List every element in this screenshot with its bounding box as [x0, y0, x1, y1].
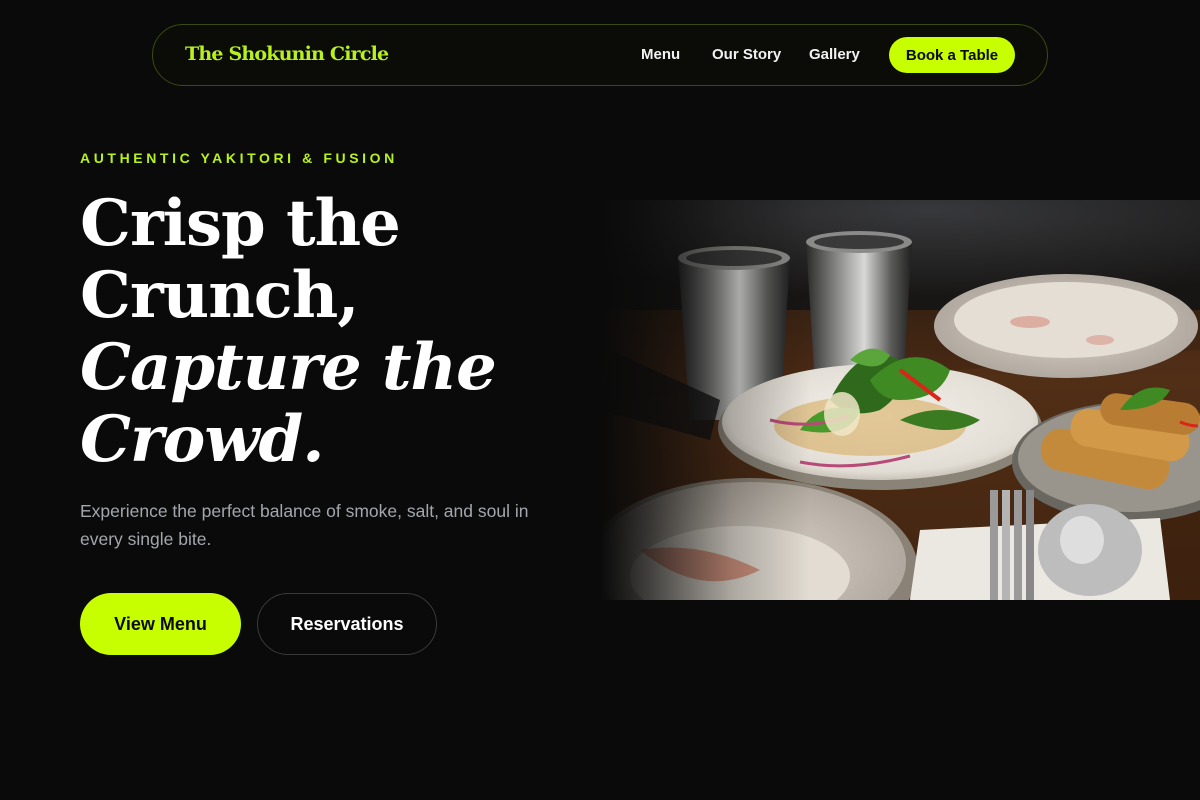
nav-link-menu[interactable]: Menu: [641, 46, 680, 63]
headline-line-2: Crunch,: [80, 258, 360, 333]
nav-link-gallery[interactable]: Gallery: [809, 46, 860, 63]
hero-headline: Crisp the Crunch, Capture the Crowd.: [80, 188, 600, 476]
hero-subtext: Experience the perfect balance of smoke,…: [80, 501, 529, 549]
nav-link-our-story[interactable]: Our Story: [712, 46, 781, 63]
view-menu-button[interactable]: View Menu: [80, 593, 241, 655]
food-photo-illustration: [600, 200, 1200, 600]
reservations-button[interactable]: Reservations: [257, 593, 437, 655]
headline-line-4: Crowd.: [80, 402, 324, 477]
headline-line-3: Capture the: [80, 330, 497, 405]
book-table-button[interactable]: Book a Table: [889, 37, 1015, 73]
brand-logo[interactable]: The Shokunin Circle: [185, 43, 389, 65]
top-nav: The Shokunin Circle Menu Our Story Galle…: [152, 24, 1048, 86]
hero-eyebrow: AUTHENTIC YAKITORI & FUSION: [80, 150, 398, 166]
headline-line-1: Crisp the: [80, 186, 401, 261]
page: The Shokunin Circle Menu Our Story Galle…: [0, 0, 1200, 800]
hero-food-image: [600, 200, 1200, 600]
